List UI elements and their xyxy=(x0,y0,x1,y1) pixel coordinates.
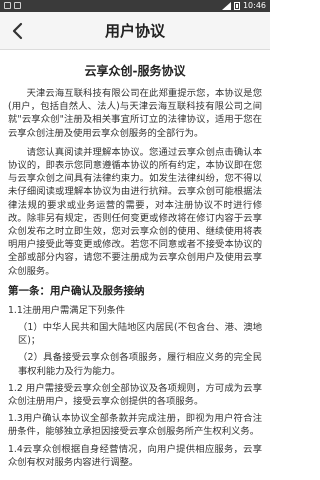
battery-icon xyxy=(233,2,240,10)
section-items: 1.1注册用户需满足下列条件 （1）中华人民共和国大陆地区内居民(不包含台、港、澳… xyxy=(8,304,262,469)
section-title: 第一条：用户确认及服务接纳 xyxy=(8,284,145,297)
status-indicators: 10:46 xyxy=(221,0,266,12)
signal-icon xyxy=(221,2,231,10)
agreement-title: 云享众创-服务协议 xyxy=(84,64,186,78)
agreement-content[interactable]: 云享众创-服务协议 天津云海互联科技有限公司在此郑重提示您，本协议是您(用户，包… xyxy=(0,51,270,480)
list-item: 1.2 用户需接受云享众创全部协议及各项规则，方可成为云享众创注册用户，接受云享… xyxy=(8,382,262,408)
list-item: 1.3用户确认本协议全部条款并完成注册，即视为用户符合注册条件，能够独立承担因接… xyxy=(8,413,262,438)
list-item: 1.1注册用户需满足下列条件 xyxy=(8,304,126,316)
list-sub-item: （2）具备接受云享众创各项服务，履行相应义务的完全民事权利能力及行为能力。 xyxy=(18,352,262,377)
status-time: 10:46 xyxy=(242,1,266,10)
chevron-left-icon xyxy=(12,22,23,40)
list-item: 1.4云享众创根据自身经营情况，向用户提供相应服务，云享众创有权对服务内容进行调… xyxy=(8,443,262,468)
page-title: 用户协议 xyxy=(104,22,165,40)
notification-icons xyxy=(4,2,21,9)
notification-icon xyxy=(14,2,21,9)
navigation-bar: 用户协议 xyxy=(0,12,270,50)
back-button[interactable] xyxy=(2,16,32,46)
agreement-paragraph: 天津云海互联科技有限公司在此郑重提示您，本协议是您(用户，包括自然人、法人)与天… xyxy=(8,88,262,139)
agreement-paragraph: 请您认真阅读并理解本协议。您通过云享众创点击确认本协议的，即表示您同意遵循本协议… xyxy=(8,146,262,277)
notification-icon xyxy=(4,2,11,9)
list-sub-item: （1）中华人民共和国大陆地区内居民(不包含台、港、澳地区)； xyxy=(18,322,262,347)
status-bar: 10:46 xyxy=(0,0,270,12)
